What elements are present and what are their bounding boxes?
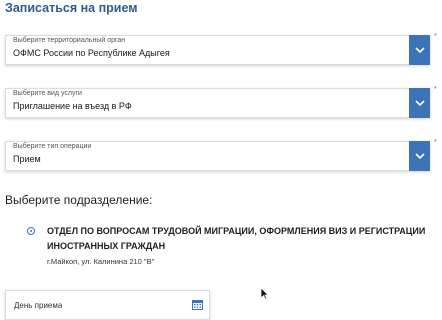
- service-type-select[interactable]: Выберите вид услуги Приглашение на въезд…: [5, 88, 430, 118]
- subdivision-radio[interactable]: [27, 227, 35, 235]
- operation-type-label: Выберите тип операции: [13, 143, 92, 150]
- subdivision-heading: Выберите подразделение:: [5, 193, 153, 207]
- territorial-body-select[interactable]: Выберите территориальный орган ОФМС Росс…: [5, 35, 430, 65]
- service-type-value: Приглашение на въезд в РФ: [13, 101, 132, 111]
- operation-type-value: Прием: [13, 154, 41, 164]
- appointment-date-label: День приема: [14, 301, 63, 310]
- territorial-body-value: ОФМС России по Республике Адыгея: [13, 48, 170, 58]
- required-mark: *: [434, 33, 437, 40]
- chevron-down-icon: [414, 100, 425, 106]
- territorial-body-dropdown-button[interactable]: [409, 35, 430, 65]
- territorial-body-label: Выберите территориальный орган: [13, 37, 126, 44]
- appointment-date-field[interactable]: День приема: [5, 290, 210, 320]
- chevron-down-icon: [414, 153, 425, 159]
- required-mark: *: [434, 86, 437, 93]
- appointment-page: Записаться на прием Выберите территориал…: [0, 0, 442, 320]
- mouse-cursor-icon: [260, 287, 269, 300]
- operation-type-dropdown-button[interactable]: [409, 141, 430, 171]
- subdivision-address: г.Майкоп, ул. Калинина 210 "В": [47, 257, 155, 266]
- chevron-down-icon: [414, 47, 425, 53]
- required-mark: *: [434, 139, 437, 146]
- subdivision-name[interactable]: ОТДЕЛ ПО ВОПРОСАМ ТРУДОВОЙ МИГРАЦИИ, ОФО…: [47, 224, 427, 254]
- page-title: Записаться на прием: [5, 1, 138, 15]
- service-type-dropdown-button[interactable]: [409, 88, 430, 118]
- operation-type-select[interactable]: Выберите тип операции Прием: [5, 141, 430, 171]
- calendar-icon[interactable]: [192, 299, 203, 310]
- service-type-label: Выберите вид услуги: [13, 90, 82, 97]
